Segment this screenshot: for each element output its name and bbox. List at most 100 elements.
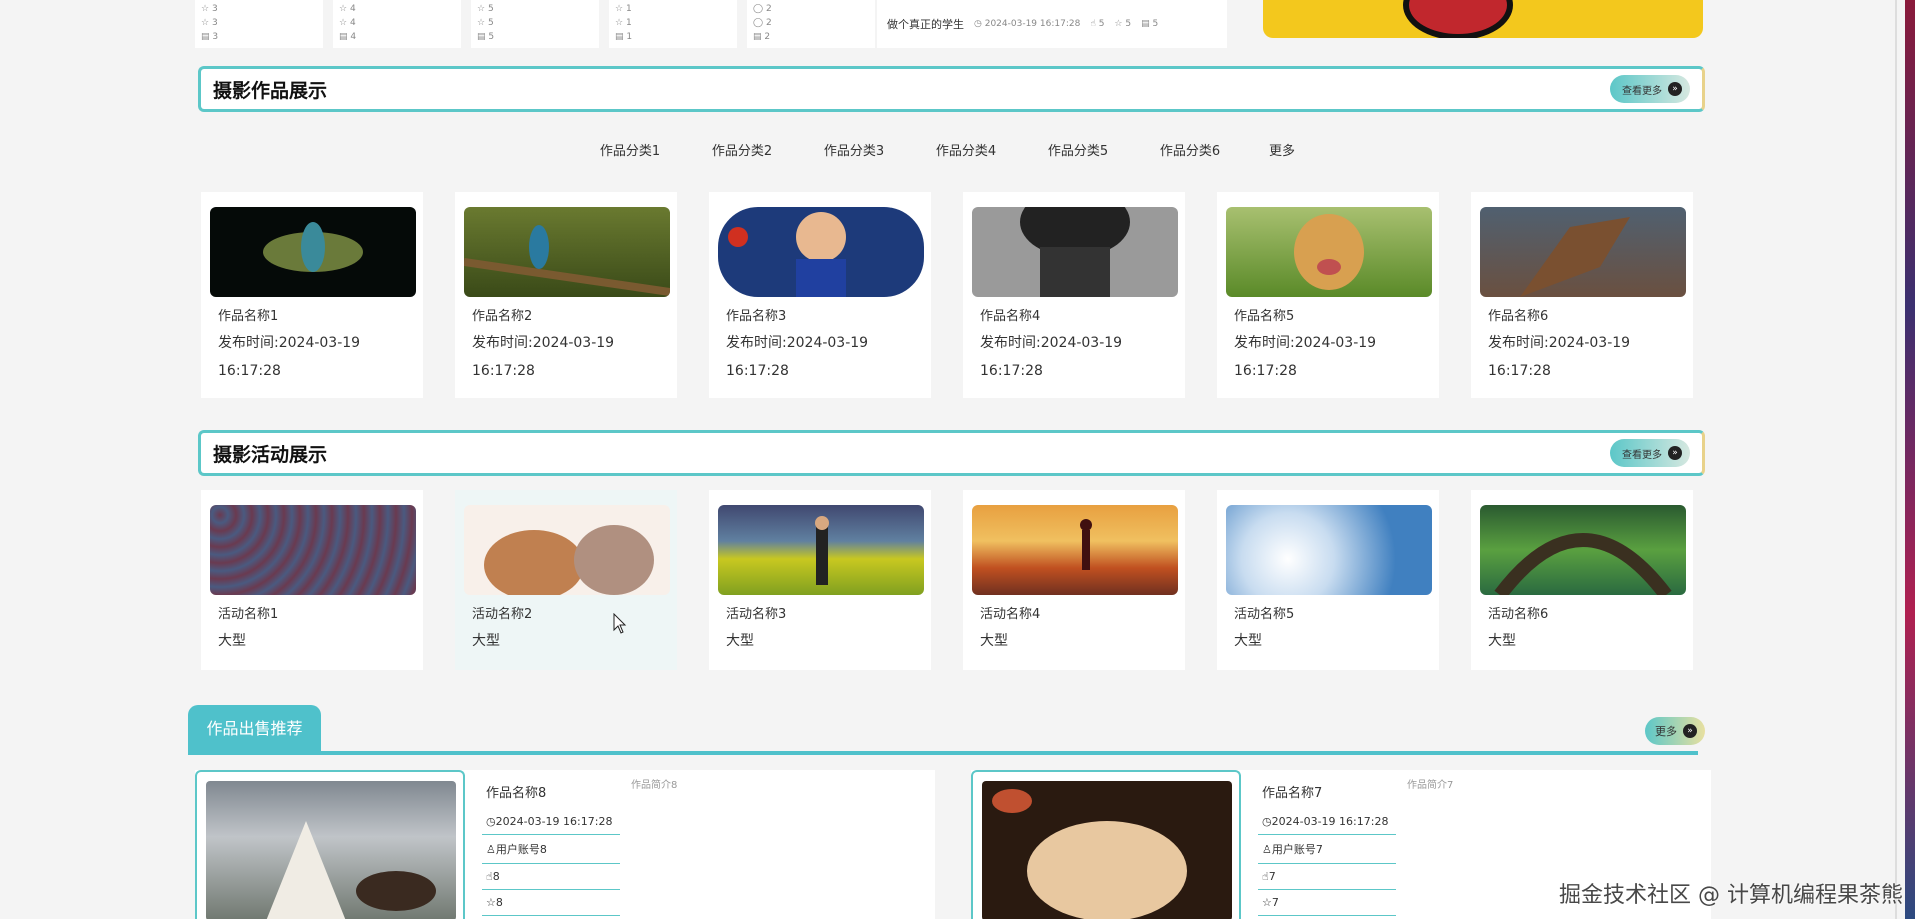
- sale-user-value: 用户账号7: [1271, 843, 1323, 856]
- baby-photo: [728, 212, 846, 297]
- work-date: 发布时间:2024-03-19: [1234, 335, 1377, 351]
- work-time: 16:17:28: [980, 363, 1043, 379]
- activity-image[interactable]: [718, 505, 924, 595]
- tab-category-5[interactable]: 作品分类5: [1028, 134, 1128, 165]
- works-more-button[interactable]: 查看更多 »: [1610, 75, 1690, 103]
- activities-section-header: 摄影活动展示 查看更多 »: [198, 430, 1705, 476]
- work-image[interactable]: [1226, 207, 1432, 297]
- scrollbar-track[interactable]: [1895, 0, 1897, 919]
- work-image[interactable]: [972, 207, 1178, 297]
- work-image[interactable]: [718, 207, 924, 297]
- sale-favs-value: 8: [495, 896, 503, 909]
- work-image[interactable]: [210, 207, 416, 297]
- flower-field-photo: [815, 516, 829, 585]
- news-card[interactable]: 做个真正的学生 ◷ 2024-03-19 16:17:28 ☝ 5 ☆ 5 ▤ …: [877, 0, 1227, 48]
- bride-horse-photo: [266, 821, 436, 919]
- clock-icon: ◷: [1262, 815, 1272, 828]
- activity-image[interactable]: [464, 505, 670, 595]
- activity-card[interactable]: 活动名称4 大型: [963, 490, 1185, 670]
- sale-more-label: 更多: [1655, 725, 1677, 738]
- sale-time-value: 2024-03-19 16:17:28: [1271, 815, 1389, 828]
- activity-image[interactable]: [972, 505, 1178, 595]
- work-image[interactable]: [464, 207, 670, 297]
- stat-card[interactable]: ☆ 5 ☆ 5 ▤ 5: [471, 0, 599, 48]
- stat-card[interactable]: ☆ 4 ☆ 4 ▤ 4: [333, 0, 461, 48]
- tab-category-1[interactable]: 作品分类1: [580, 134, 680, 165]
- activity-type: 大型: [1234, 633, 1262, 649]
- activities-more-button[interactable]: 查看更多 »: [1610, 439, 1690, 467]
- work-date: 发布时间:2024-03-19: [980, 335, 1123, 351]
- sale-card[interactable]: 作品名称8 ◷2024-03-19 16:17:28 ♙用户账号8 ☝8 ☆8 …: [195, 770, 935, 919]
- work-card[interactable]: 作品名称6 发布时间:2024-03-19 16:17:28: [1471, 192, 1693, 398]
- activity-card[interactable]: 活动名称5 大型: [1217, 490, 1439, 670]
- sale-desc: 作品简介8: [631, 780, 678, 791]
- thumb-icon: ☝: [1262, 870, 1269, 883]
- stat-value: 3: [211, 18, 218, 28]
- sale-image[interactable]: [206, 781, 456, 919]
- watermark: 掘金技术社区 @ 计算机编程果茶熊: [1559, 883, 1903, 908]
- stat-line: ☆ 4: [339, 18, 356, 28]
- activities-section-title: 摄影活动展示: [213, 443, 328, 466]
- sale-more-button[interactable]: 更多 »: [1645, 717, 1705, 745]
- news-favs-value: 5: [1125, 19, 1132, 29]
- activity-image[interactable]: [210, 505, 416, 595]
- sale-section-header: 作品出售推荐 更多 »: [188, 705, 1705, 755]
- activity-name: 活动名称1: [218, 607, 279, 622]
- stat-value: 2: [765, 18, 772, 28]
- tab-category-4[interactable]: 作品分类4: [916, 134, 1016, 165]
- stat-value: 5: [488, 32, 495, 42]
- cats-photo: [484, 525, 654, 595]
- sale-favs: ☆8: [482, 890, 620, 916]
- bird-photo: [263, 222, 363, 272]
- banner-image[interactable]: [1263, 0, 1703, 38]
- activity-card[interactable]: 活动名称1 大型: [201, 490, 423, 670]
- sale-section-title[interactable]: 作品出售推荐: [188, 705, 321, 753]
- stat-value: 3: [212, 32, 219, 42]
- stat-line: ☆ 4: [339, 4, 356, 14]
- sale-divider: [188, 751, 1698, 755]
- stat-card[interactable]: ◯ 2 ◯ 2 ▤ 2: [747, 0, 875, 48]
- sale-image[interactable]: [982, 781, 1232, 919]
- stat-value: 1: [625, 18, 632, 28]
- stat-card[interactable]: ☆ 1 ☆ 1 ▤ 1: [609, 0, 737, 48]
- works-section-header: 摄影作品展示 查看更多 »: [198, 66, 1705, 112]
- tab-category-2[interactable]: 作品分类2: [692, 134, 792, 165]
- star-icon: ☆: [1114, 19, 1123, 29]
- runner-photo: [1080, 519, 1092, 570]
- category-tabs: 作品分类1 作品分类2 作品分类3 作品分类4 作品分类5 作品分类6 更多: [580, 134, 1312, 165]
- stat-line: ☆ 5: [477, 4, 494, 14]
- arrow-right-icon: »: [1668, 82, 1682, 96]
- work-image[interactable]: [1480, 207, 1686, 297]
- tab-category-6[interactable]: 作品分类6: [1140, 134, 1240, 165]
- activity-card[interactable]: 活动名称6 大型: [1471, 490, 1693, 670]
- stat-value: 3: [211, 4, 218, 14]
- stat-value: 4: [349, 4, 356, 14]
- eagle-photo: [1520, 217, 1630, 297]
- stat-value: 1: [625, 4, 632, 14]
- activity-type: 大型: [218, 633, 246, 649]
- activity-type: 大型: [726, 633, 754, 649]
- activity-name: 活动名称6: [1488, 607, 1549, 622]
- work-card[interactable]: 作品名称2 发布时间:2024-03-19 16:17:28: [455, 192, 677, 398]
- stat-card[interactable]: ☆ 3 ☆ 3 ▤ 3: [195, 0, 323, 48]
- desktop-edge: [1905, 0, 1915, 919]
- news-likes-value: 5: [1098, 19, 1105, 29]
- work-card[interactable]: 作品名称5 发布时间:2024-03-19 16:17:28: [1217, 192, 1439, 398]
- stat-line: ☆ 3: [201, 18, 218, 28]
- work-card[interactable]: 作品名称4 发布时间:2024-03-19 16:17:28: [963, 192, 1185, 398]
- sale-likes: ☝7: [1258, 864, 1396, 890]
- tab-more[interactable]: 更多: [1252, 134, 1312, 165]
- work-card[interactable]: 作品名称1 发布时间:2024-03-19 16:17:28: [201, 192, 423, 398]
- activity-image[interactable]: [1480, 505, 1686, 595]
- activity-image[interactable]: [1226, 505, 1432, 595]
- sale-likes-value: 8: [492, 870, 500, 883]
- work-card[interactable]: 作品名称3 发布时间:2024-03-19 16:17:28: [709, 192, 931, 398]
- news-time-value: 2024-03-19 16:17:28: [984, 19, 1081, 29]
- stat-value: 1: [626, 32, 633, 42]
- activity-card[interactable]: 活动名称2 大型: [455, 490, 677, 670]
- thumb-icon: ☝: [486, 870, 493, 883]
- work-name: 作品名称1: [218, 309, 279, 324]
- activity-card[interactable]: 活动名称3 大型: [709, 490, 931, 670]
- tab-category-3[interactable]: 作品分类3: [804, 134, 904, 165]
- arrow-right-icon: »: [1683, 724, 1697, 738]
